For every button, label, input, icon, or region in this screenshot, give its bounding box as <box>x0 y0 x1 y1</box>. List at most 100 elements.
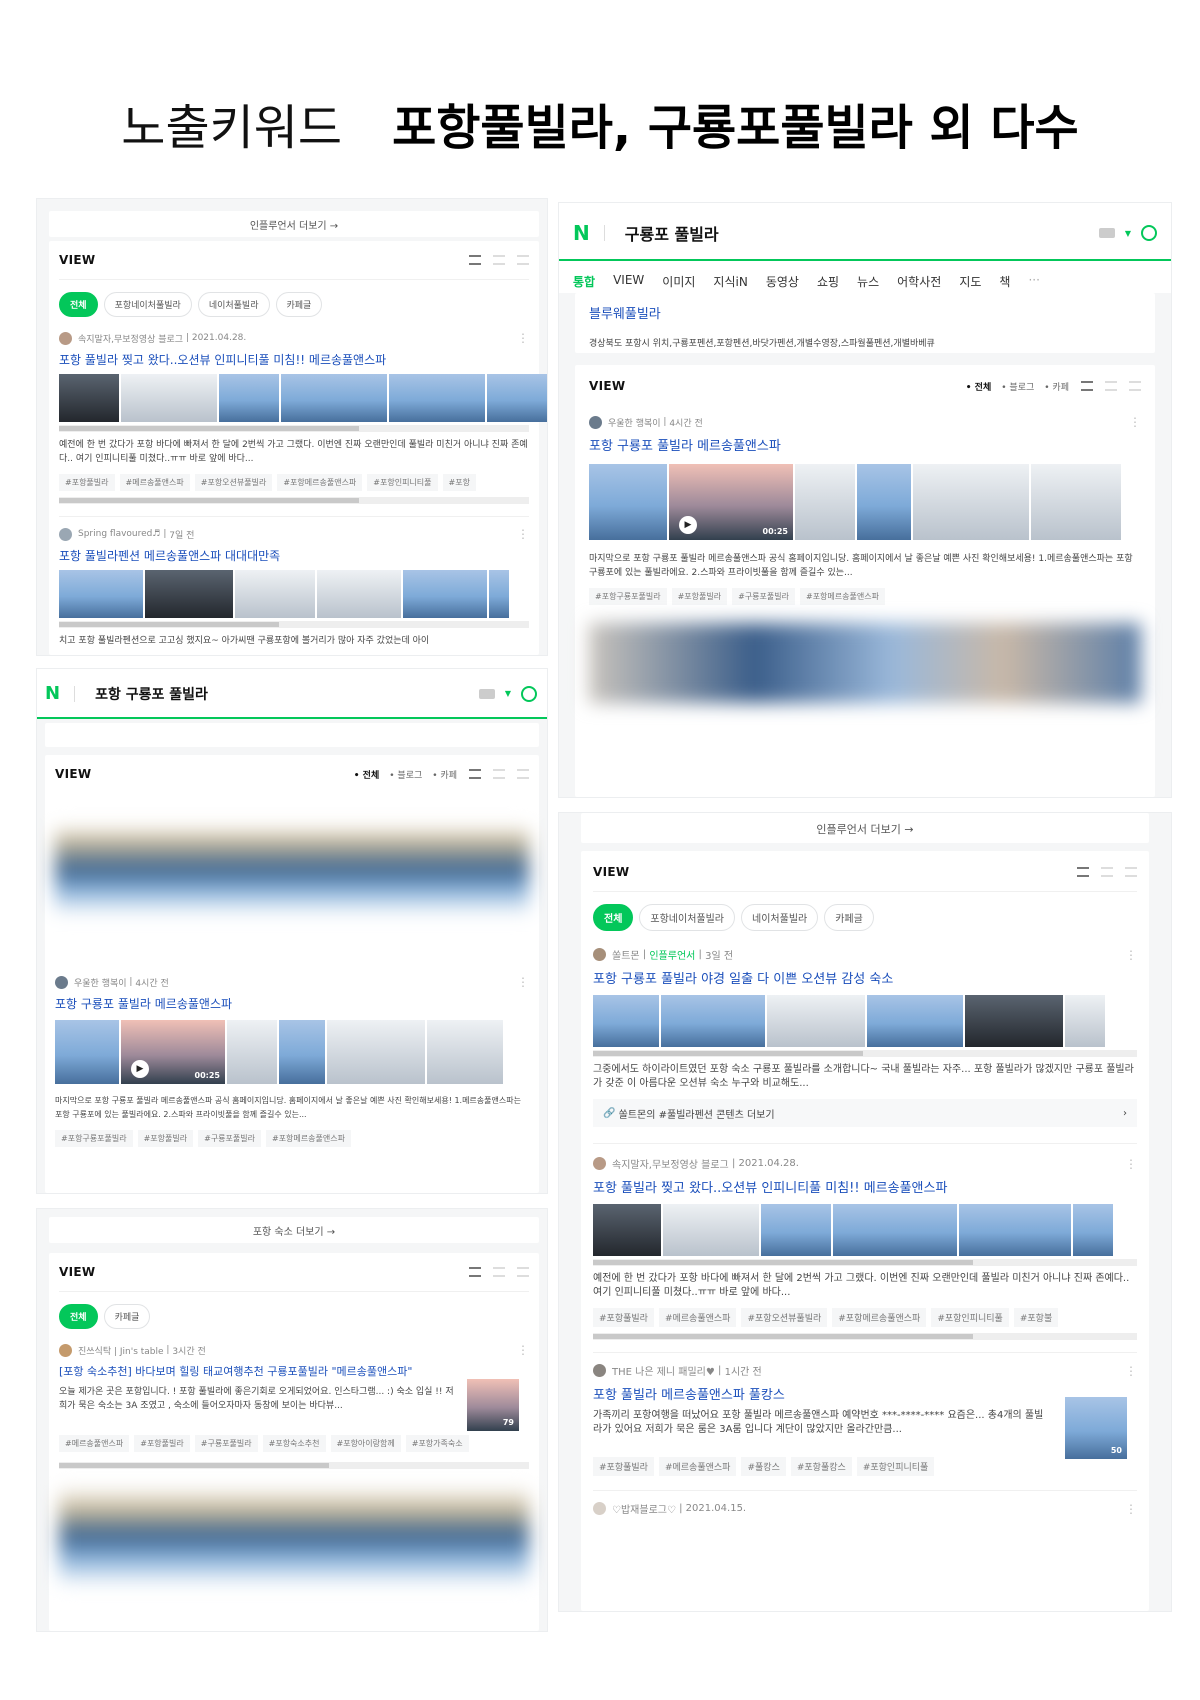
accommodation-more-link[interactable]: 포항 숙소 더보기 → <box>49 1223 539 1238</box>
filter-blog[interactable]: • 블로그 <box>389 768 422 781</box>
tab-view[interactable]: VIEW <box>613 273 644 290</box>
tab-image[interactable]: 이미지 <box>662 273 695 290</box>
more-icon[interactable]: ⋮ <box>1125 1502 1137 1516</box>
tag[interactable]: #포항풀빌라 <box>671 588 728 605</box>
naver-logo[interactable]: N <box>573 221 590 245</box>
post-title[interactable]: 포항 구룡포 풀빌라 메르송풀앤스파 <box>55 995 529 1012</box>
video-thumbnail[interactable]: ▶ 00:25 <box>669 464 793 540</box>
scrollbar[interactable] <box>59 497 529 504</box>
video-thumbnail[interactable]: ▶ 00:25 <box>121 1020 225 1084</box>
image-strip[interactable] <box>59 374 547 422</box>
filter-cafe[interactable]: • 카페 <box>1044 380 1069 393</box>
video-view-icon[interactable] <box>517 769 529 779</box>
chevron-down-icon[interactable]: ▼ <box>1125 229 1131 238</box>
tag[interactable]: #포항인피니티풀 <box>931 1308 1009 1327</box>
scrollbar[interactable] <box>593 1050 1137 1057</box>
card-view-icon[interactable] <box>493 1267 505 1277</box>
influencer-more-link[interactable]: 인플루언서 더보기 → <box>49 217 539 232</box>
search-icon[interactable] <box>521 685 537 702</box>
tag[interactable]: #포항아이랑함께 <box>330 1435 401 1452</box>
image-strip[interactable] <box>593 1204 1137 1256</box>
chevron-down-icon[interactable]: ▼ <box>505 689 511 698</box>
tag[interactable]: #구룡포풀빌라 <box>194 1435 258 1452</box>
card-view-icon[interactable] <box>1105 381 1117 391</box>
chip-all[interactable]: 전체 <box>59 1304 98 1329</box>
tag[interactable]: #포항풀캉스 <box>790 1457 852 1476</box>
tag[interactable]: #포항가족숙소 <box>405 1435 469 1452</box>
tag[interactable]: #메르송풀앤스파 <box>119 474 190 491</box>
post-item[interactable]: ♡밥재블로그♡ | 2021.04.15. ⋮ <box>593 1490 1137 1516</box>
place-name[interactable]: 블루웨풀빌라 <box>589 303 1141 322</box>
tag[interactable]: #풀캉스 <box>741 1457 786 1476</box>
chip-nature[interactable]: 네이처풀빌라 <box>197 292 270 317</box>
keyboard-icon[interactable] <box>1098 228 1115 238</box>
chip-all[interactable]: 전체 <box>59 292 98 317</box>
content-more-link[interactable]: 🔗 쏠트몬의 #풀빌라펜션 콘텐츠 더보기 › <box>593 1099 1137 1127</box>
post-thumbnail[interactable]: 79 <box>467 1379 519 1431</box>
post-title[interactable]: 포항 풀빌라 찢고 왔다..오션뷰 인피니티풀 미침!! 메르송풀앤스파 <box>59 351 529 368</box>
image-strip[interactable] <box>593 995 1137 1047</box>
chip-cafe[interactable]: 카페글 <box>103 1304 151 1329</box>
tag[interactable]: #메르송풀앤스파 <box>658 1308 737 1327</box>
post-title[interactable]: 포항 구룡포 풀빌라 야경 일출 다 이쁜 오션뷰 감성 숙소 <box>593 968 1137 987</box>
image-strip[interactable]: ▶ 00:25 <box>55 1020 529 1084</box>
chip-all[interactable]: 전체 <box>593 904 634 931</box>
more-icon[interactable]: ⋮ <box>517 331 529 345</box>
tab-news[interactable]: 뉴스 <box>857 273 879 290</box>
search-input[interactable]: 구룡포 풀빌라 <box>625 221 719 245</box>
influencer-more-link[interactable]: 인플루언서 더보기 → <box>581 821 1149 837</box>
post-item[interactable]: Spring flavoured♬ | 7일 전 ⋮ 포항 풀빌라펜션 메르송풀앤… <box>59 516 529 648</box>
tag[interactable]: #포항인피니티풀 <box>856 1457 935 1476</box>
more-icon[interactable]: ⋮ <box>517 1343 529 1357</box>
scrollbar[interactable] <box>59 1462 529 1469</box>
tag[interactable]: #포항 <box>442 474 476 491</box>
card-view-icon[interactable] <box>493 769 505 779</box>
tag[interactable]: #포항구룡포풀빌라 <box>589 588 667 605</box>
list-view-icon[interactable] <box>469 1267 481 1277</box>
post-title[interactable]: 포항 풀빌라 찢고 왔다..오션뷰 인피니티풀 미침!! 메르송풀앤스파 <box>593 1177 1137 1196</box>
more-icon[interactable]: ⋮ <box>1125 1364 1137 1378</box>
post-item[interactable]: 진쓰식탁 | Jin's table | 3시간 전 ⋮ [포항 숙소추천] 바다… <box>59 1343 529 1469</box>
tag[interactable]: #구룡포풀빌라 <box>732 588 795 605</box>
tag[interactable]: #포항인피니티풀 <box>367 474 438 491</box>
tag[interactable]: #포항풀빌라 <box>593 1457 654 1476</box>
chip-nature-pohang[interactable]: 포항네이처풀빌라 <box>639 904 736 931</box>
chip-nature[interactable]: 네이처풀빌라 <box>741 904 819 931</box>
list-view-icon[interactable] <box>1077 867 1089 877</box>
video-view-icon[interactable] <box>1129 381 1141 391</box>
tab-dictionary[interactable]: 어학사전 <box>897 273 941 290</box>
search-icon[interactable] <box>1141 225 1157 241</box>
tag[interactable]: #메르송풀앤스파 <box>59 1435 130 1452</box>
card-view-icon[interactable] <box>493 255 505 265</box>
tag[interactable]: #포항메르송풀앤스파 <box>832 1308 927 1327</box>
video-view-icon[interactable] <box>517 255 529 265</box>
keyboard-icon[interactable] <box>478 688 495 699</box>
tag[interactable]: #포항구룡포풀빌라 <box>55 1130 133 1147</box>
scrollbar[interactable] <box>59 425 529 432</box>
filter-blog[interactable]: • 블로그 <box>1001 380 1034 393</box>
post-item[interactable]: 속지말자,무보정영상 블로그 | 2021.04.28. ⋮ 포항 풀빌라 찢고 … <box>593 1143 1137 1340</box>
post-item[interactable]: 쏠트몬 | 인플루언서 | 3일 전 ⋮ 포항 구룡포 풀빌라 야경 일출 다 이… <box>593 947 1137 1127</box>
post-title[interactable]: 포항 풀빌라 메르송풀앤스파 풀캉스 <box>593 1384 1137 1403</box>
video-view-icon[interactable] <box>517 1267 529 1277</box>
tab-map[interactable]: 지도 <box>959 273 981 290</box>
more-icon[interactable]: ⋮ <box>1125 948 1137 962</box>
chip-nature-pohang[interactable]: 포항네이처풀빌라 <box>103 292 192 317</box>
tag[interactable]: #포항풀빌라 <box>134 1435 190 1452</box>
list-view-icon[interactable] <box>469 255 481 265</box>
post-title[interactable]: 포항 구룡포 풀빌라 메르송풀앤스파 <box>589 435 1141 454</box>
search-input[interactable]: 포항 구룡포 풀빌라 <box>95 684 208 704</box>
tag[interactable]: #포항풀빌라 <box>593 1308 654 1327</box>
tab-shopping[interactable]: 쇼핑 <box>817 273 839 290</box>
play-icon[interactable]: ▶ <box>679 516 697 534</box>
more-icon[interactable]: ⋮ <box>517 975 529 989</box>
tab-kin[interactable]: 지식iN <box>713 273 747 290</box>
post-item[interactable]: 우울한 행복이 | 4시간 전 ⋮ 포항 구룡포 풀빌라 메르송풀앤스파 ▶ 00:… <box>55 975 529 1147</box>
image-strip[interactable]: ▶ 00:25 <box>589 464 1141 540</box>
place-result[interactable]: 블루웨풀빌라 경상북도 포항시 위치,구룡포펜션,포항펜션,바닷가펜션,개별수영… <box>575 293 1155 353</box>
scrollbar[interactable] <box>593 1333 1137 1340</box>
play-icon[interactable]: ▶ <box>131 1060 149 1078</box>
tag[interactable]: #포항숙소추천 <box>262 1435 326 1452</box>
chip-cafe[interactable]: 카페글 <box>275 292 323 317</box>
card-view-icon[interactable] <box>1101 867 1113 877</box>
